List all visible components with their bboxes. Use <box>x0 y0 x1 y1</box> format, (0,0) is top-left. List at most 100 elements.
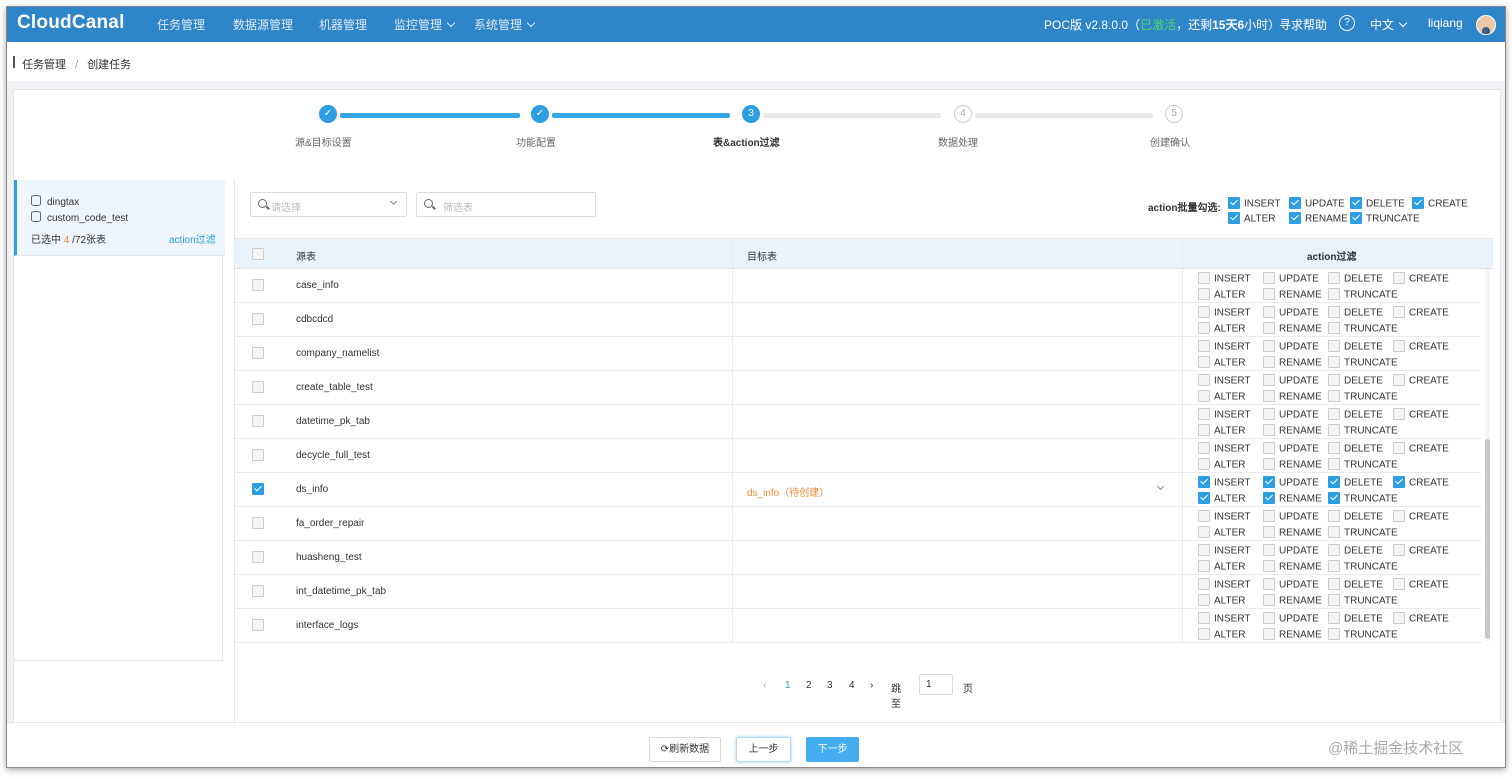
row-select-checkbox[interactable] <box>252 415 264 427</box>
checkbox[interactable] <box>1263 560 1275 572</box>
action-insert-checkbox[interactable]: INSERT <box>1198 306 1251 319</box>
action-update-checkbox[interactable]: UPDATE <box>1263 544 1319 557</box>
action-insert-checkbox[interactable]: INSERT <box>1198 510 1251 523</box>
batch-rename-checkbox[interactable]: RENAME <box>1289 212 1348 225</box>
batch-update-checkbox[interactable]: UPDATE <box>1289 197 1345 210</box>
checkbox[interactable] <box>1289 197 1301 209</box>
checkbox[interactable] <box>1328 288 1340 300</box>
checkbox[interactable] <box>1198 374 1210 386</box>
checkbox[interactable] <box>1393 340 1405 352</box>
help-icon[interactable]: ? <box>1339 15 1355 31</box>
action-alter-checkbox[interactable]: ALTER <box>1198 628 1246 641</box>
action-update-checkbox[interactable]: UPDATE <box>1263 340 1319 353</box>
checkbox[interactable] <box>1328 578 1340 590</box>
action-insert-checkbox[interactable]: INSERT <box>1198 272 1251 285</box>
checkbox[interactable] <box>1328 272 1340 284</box>
action-update-checkbox[interactable]: UPDATE <box>1263 442 1319 455</box>
action-insert-checkbox[interactable]: INSERT <box>1198 612 1251 625</box>
goto-page-input[interactable]: 1 <box>919 674 953 695</box>
action-rename-checkbox[interactable]: RENAME <box>1263 560 1322 573</box>
schema-select[interactable]: 请选择 <box>250 192 407 217</box>
row-select-checkbox[interactable] <box>252 347 264 359</box>
table-row[interactable]: fa_order_repair INSERT UPDATE DELETE CREATE A… <box>235 507 1481 541</box>
nav-machine-management[interactable]: 机器管理 <box>319 16 367 33</box>
batch-alter-checkbox[interactable]: ALTER <box>1228 212 1276 225</box>
action-insert-checkbox[interactable]: INSERT <box>1198 544 1251 557</box>
row-select-checkbox[interactable] <box>252 381 264 393</box>
action-truncate-checkbox[interactable]: TRUNCATE <box>1328 458 1398 471</box>
checkbox[interactable] <box>1263 492 1275 504</box>
checkbox[interactable] <box>1263 272 1275 284</box>
checkbox[interactable] <box>1263 390 1275 402</box>
checkbox[interactable] <box>1198 356 1210 368</box>
checkbox[interactable] <box>1263 288 1275 300</box>
action-create-checkbox[interactable]: CREATE <box>1393 340 1449 353</box>
action-update-checkbox[interactable]: UPDATE <box>1263 476 1319 489</box>
checkbox[interactable] <box>1263 476 1275 488</box>
checkbox[interactable] <box>1198 476 1210 488</box>
refresh-data-button[interactable]: ⟳刷新数据 <box>649 737 721 762</box>
action-rename-checkbox[interactable]: RENAME <box>1263 594 1322 607</box>
action-delete-checkbox[interactable]: DELETE <box>1328 510 1383 523</box>
checkbox[interactable] <box>1328 612 1340 624</box>
action-truncate-checkbox[interactable]: TRUNCATE <box>1328 594 1398 607</box>
action-update-checkbox[interactable]: UPDATE <box>1263 510 1319 523</box>
table-scrollbar[interactable] <box>1485 269 1490 641</box>
action-truncate-checkbox[interactable]: TRUNCATE <box>1328 288 1398 301</box>
action-insert-checkbox[interactable]: INSERT <box>1198 374 1251 387</box>
action-rename-checkbox[interactable]: RENAME <box>1263 322 1322 335</box>
checkbox[interactable] <box>1198 526 1210 538</box>
checkbox[interactable] <box>1198 578 1210 590</box>
checkbox[interactable] <box>1198 510 1210 522</box>
row-select-checkbox[interactable] <box>252 279 264 291</box>
table-row[interactable]: datetime_pk_tab INSERT UPDATE DELETE CREATE A… <box>235 405 1481 439</box>
checkbox[interactable] <box>1328 374 1340 386</box>
checkbox[interactable] <box>1393 544 1405 556</box>
action-truncate-checkbox[interactable]: TRUNCATE <box>1328 424 1398 437</box>
nav-datasource-management[interactable]: 数据源管理 <box>233 16 293 33</box>
action-alter-checkbox[interactable]: ALTER <box>1198 594 1246 607</box>
action-alter-checkbox[interactable]: ALTER <box>1198 526 1246 539</box>
checkbox[interactable] <box>1263 424 1275 436</box>
help-link[interactable]: 寻求帮助 <box>1279 16 1327 33</box>
checkbox[interactable] <box>1328 628 1340 640</box>
nav-task-management[interactable]: 任务管理 <box>157 16 205 33</box>
checkbox[interactable] <box>1393 306 1405 318</box>
checkbox[interactable] <box>1198 424 1210 436</box>
checkbox[interactable] <box>1328 424 1340 436</box>
checkbox[interactable] <box>1263 374 1275 386</box>
prev-step-button[interactable]: 上一步 <box>736 737 791 762</box>
action-delete-checkbox[interactable]: DELETE <box>1328 544 1383 557</box>
action-delete-checkbox[interactable]: DELETE <box>1328 476 1383 489</box>
checkbox[interactable] <box>1328 442 1340 454</box>
table-row[interactable]: create_table_test INSERT UPDATE DELETE CREAT… <box>235 371 1481 405</box>
user-name[interactable]: liqiang <box>1428 16 1463 30</box>
action-truncate-checkbox[interactable]: TRUNCATE <box>1328 322 1398 335</box>
row-select-checkbox[interactable] <box>252 551 264 563</box>
checkbox[interactable] <box>1328 594 1340 606</box>
action-create-checkbox[interactable]: CREATE <box>1393 612 1449 625</box>
action-rename-checkbox[interactable]: RENAME <box>1263 526 1322 539</box>
checkbox[interactable] <box>1263 408 1275 420</box>
row-select-checkbox[interactable] <box>252 449 264 461</box>
action-delete-checkbox[interactable]: DELETE <box>1328 578 1383 591</box>
row-select-checkbox[interactable] <box>252 517 264 529</box>
checkbox[interactable] <box>1289 212 1301 224</box>
action-update-checkbox[interactable]: UPDATE <box>1263 374 1319 387</box>
checkbox[interactable] <box>1328 458 1340 470</box>
chevron-down-icon[interactable] <box>1156 482 1165 491</box>
action-update-checkbox[interactable]: UPDATE <box>1263 272 1319 285</box>
prev-page-icon[interactable]: ‹ <box>763 680 766 691</box>
batch-create-checkbox[interactable]: CREATE <box>1412 197 1468 210</box>
table-row[interactable]: ds_info ds_info（待创建） INSERT UPDATE DELETE CRE… <box>235 473 1481 507</box>
action-delete-checkbox[interactable]: DELETE <box>1328 612 1383 625</box>
checkbox[interactable] <box>1328 526 1340 538</box>
checkbox[interactable] <box>1328 390 1340 402</box>
select-all-checkbox[interactable] <box>252 248 264 260</box>
checkbox[interactable] <box>1198 306 1210 318</box>
checkbox[interactable] <box>1228 197 1240 209</box>
action-delete-checkbox[interactable]: DELETE <box>1328 374 1383 387</box>
page-2[interactable]: 2 <box>806 680 812 691</box>
checkbox[interactable] <box>1198 594 1210 606</box>
checkbox[interactable] <box>1328 356 1340 368</box>
